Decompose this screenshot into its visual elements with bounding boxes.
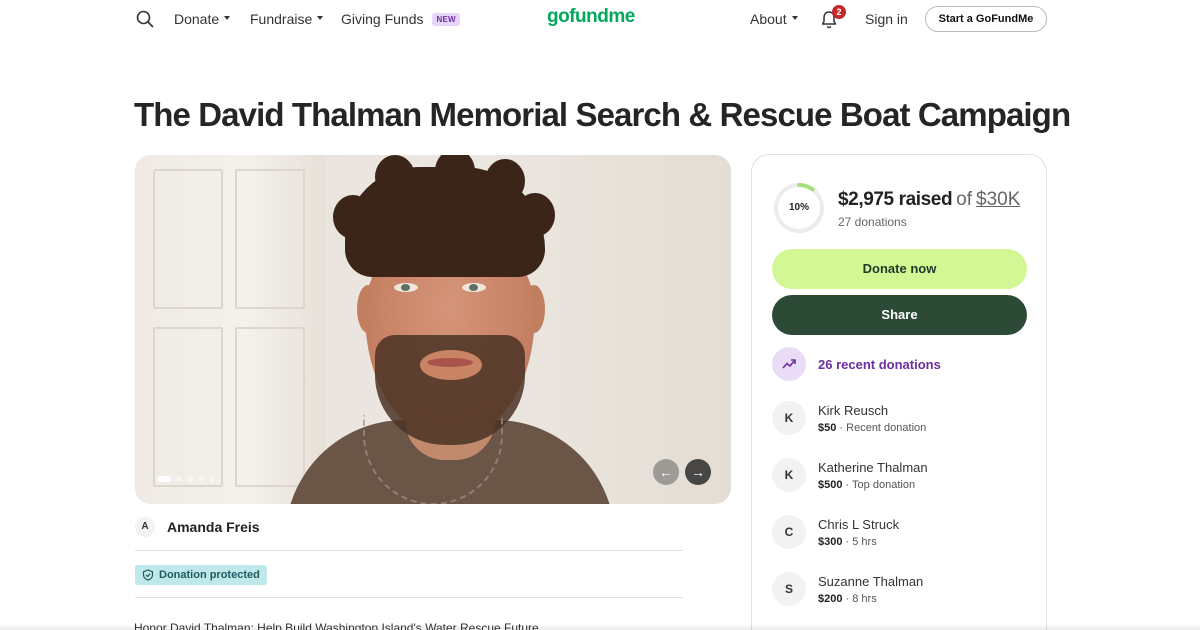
raised-summary: $2,975 raised of $30K	[838, 189, 1020, 211]
campaign-photo[interactable]: ← →	[135, 155, 731, 504]
nav-giving-funds[interactable]: Giving Funds NEW	[341, 11, 460, 27]
donation-protected-badge[interactable]: Donation protected	[135, 565, 267, 585]
search-icon[interactable]	[135, 9, 155, 29]
donor-note: · 8 hrs	[842, 592, 877, 605]
gofundme-logo[interactable]: gofundme	[547, 6, 635, 28]
donor-note: · 5 hrs	[842, 535, 877, 548]
nav-about-label: About	[750, 11, 787, 27]
notifications-button[interactable]: 2	[820, 5, 846, 32]
donation-protected-label: Donation protected	[159, 569, 260, 581]
campaign-title: The David Thalman Memorial Search & Resc…	[134, 96, 1071, 133]
start-gofundme-button[interactable]: Start a GoFundMe	[925, 6, 1047, 32]
donor-avatar: S	[772, 572, 806, 606]
photo-background-door	[135, 155, 325, 504]
recent-donations-link[interactable]: 26 recent donations	[772, 347, 941, 381]
donation-count: 27 donations	[838, 215, 907, 229]
donor-amount: $50	[818, 421, 837, 434]
nav-donate-menu[interactable]: Donate	[174, 11, 231, 27]
share-button[interactable]: Share	[772, 295, 1027, 335]
arrow-right-icon: →	[691, 464, 705, 480]
gallery-previous-button[interactable]: ←	[653, 459, 679, 485]
gallery-dot[interactable]	[198, 476, 204, 482]
donor-name: Katherine Thalman	[818, 459, 928, 475]
arrow-left-icon: ←	[659, 464, 673, 480]
caret-down-icon	[224, 16, 231, 20]
donor-item: K Katherine Thalman $500 · Top donation	[772, 458, 928, 492]
donor-name: Suzanne Thalman	[818, 573, 924, 589]
sign-in-label: Sign in	[865, 11, 908, 27]
donor-amount: $300	[818, 535, 843, 548]
divider	[135, 597, 683, 598]
progress-percent: 10%	[788, 202, 809, 213]
shield-icon	[142, 569, 154, 581]
gallery-dot[interactable]	[176, 476, 182, 482]
donor-avatar: K	[772, 401, 806, 435]
bottom-fade	[0, 624, 1200, 630]
nav-donate-label: Donate	[174, 11, 220, 27]
divider	[135, 550, 683, 551]
top-navigation: Donate Fundraise Giving Funds NEW gofund…	[0, 0, 1200, 40]
donor-amount: $500	[818, 478, 843, 491]
donation-card: 10% $2,975 raised of $30K 27 donations D…	[751, 154, 1047, 630]
donor-amount: $200	[818, 592, 843, 605]
donor-note: · Recent donation	[836, 421, 927, 434]
raised-amount: $2,975 raised	[838, 189, 953, 210]
nav-fundraise-menu[interactable]: Fundraise	[250, 11, 324, 27]
gallery-indicator	[157, 476, 215, 482]
trending-up-icon	[772, 347, 806, 381]
new-badge: NEW	[432, 12, 460, 26]
donor-avatar: K	[772, 458, 806, 492]
caret-down-icon	[791, 16, 798, 20]
organizer-name: Amanda Freis	[167, 519, 260, 535]
nav-about-menu[interactable]: About	[750, 11, 798, 27]
notification-count-badge: 2	[832, 5, 846, 19]
sign-in-link[interactable]: Sign in	[865, 11, 908, 27]
nav-giving-funds-label: Giving Funds	[341, 11, 424, 27]
donor-name: Kirk Reusch	[818, 402, 889, 418]
raised-of: of	[956, 189, 973, 210]
donor-avatar: C	[772, 515, 806, 549]
donor-name: Chris L Struck	[818, 516, 900, 532]
donate-now-button[interactable]: Donate now	[772, 249, 1027, 289]
logo-text: gofundme	[547, 6, 635, 27]
nav-fundraise-label: Fundraise	[250, 11, 313, 27]
organizer-row[interactable]: A Amanda Freis	[135, 517, 260, 537]
donor-item: S Suzanne Thalman $200 · 8 hrs	[772, 572, 923, 606]
recent-donations-label: 26 recent donations	[818, 356, 941, 372]
organizer-avatar: A	[135, 517, 155, 537]
caret-down-icon	[317, 16, 324, 20]
goal-amount[interactable]: $30K	[976, 189, 1020, 211]
gallery-next-button[interactable]: →	[685, 459, 711, 485]
gallery-dot[interactable]	[209, 476, 215, 482]
gallery-dot[interactable]	[187, 476, 193, 482]
donor-note: · Top donation	[842, 478, 916, 491]
donor-item: C Chris L Struck $300 · 5 hrs	[772, 515, 899, 549]
gallery-dot[interactable]	[157, 476, 171, 482]
donor-item: K Kirk Reusch $50 · Recent donation	[772, 401, 926, 435]
